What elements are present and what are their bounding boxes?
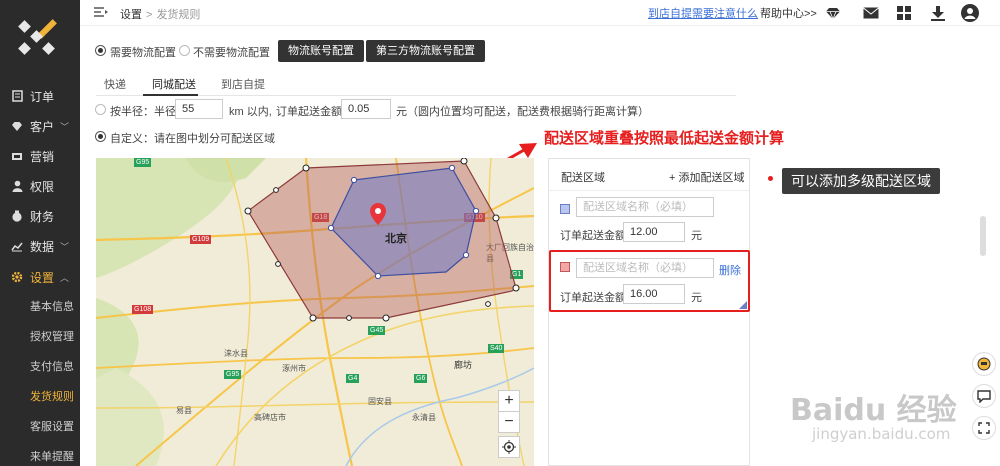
message-icon bbox=[977, 389, 991, 403]
chart-icon bbox=[10, 239, 24, 253]
user-avatar-icon[interactable] bbox=[961, 4, 979, 22]
sidebar-item-marketing[interactable]: 营销 bbox=[0, 141, 80, 171]
zoom-in-button[interactable]: + bbox=[498, 390, 520, 412]
overlap-annotation: 配送区域重叠按照最低起送金额计算 bbox=[544, 130, 785, 147]
sidebar-item-label: 设置 bbox=[30, 270, 55, 285]
third-party-logistics-button[interactable]: 第三方物流账号配置 bbox=[366, 40, 485, 62]
add-zone-button[interactable]: + 添加配送区域 bbox=[669, 169, 744, 185]
active-tab-indicator bbox=[143, 94, 198, 96]
watermark-url: jingyan.baidu.com bbox=[812, 425, 951, 443]
min-amount-label: 订单起送金额 bbox=[276, 106, 342, 118]
zone-2-highlight-frame bbox=[549, 250, 750, 312]
zoom-out-button[interactable]: − bbox=[498, 411, 520, 433]
person-icon bbox=[10, 179, 24, 193]
app-logo-icon[interactable] bbox=[14, 14, 62, 62]
locate-button[interactable] bbox=[498, 436, 520, 458]
map-pin-icon[interactable] bbox=[370, 203, 386, 225]
top-bar: 设置 > 发货规则 到店自提需要注意什么 帮助中心>> bbox=[80, 0, 1000, 26]
tab-store-pickup[interactable]: 到店自提 bbox=[221, 76, 265, 92]
message-float-button[interactable] bbox=[972, 384, 996, 408]
radius-mode-label: 按半径：半径 bbox=[110, 106, 176, 118]
tab-express[interactable]: 快递 bbox=[104, 76, 126, 92]
chat-float-button[interactable] bbox=[972, 352, 996, 376]
sidebar-item-label: 权限 bbox=[30, 179, 55, 194]
no-shipping-label: 不需要物流配置 bbox=[193, 47, 270, 59]
custom-mode-label: 自定义：请在图中划分可配送区域 bbox=[110, 133, 275, 145]
chat-icon bbox=[977, 357, 991, 371]
breadcrumb-current: 发货规则 bbox=[156, 9, 201, 21]
custom-mode-radio[interactable] bbox=[95, 131, 106, 142]
radius-input[interactable]: 55 bbox=[175, 99, 223, 119]
zone-1-name-input[interactable]: 配送区域名称（必填） bbox=[576, 197, 714, 217]
chevron-up-icon: ︿ bbox=[60, 272, 70, 283]
breadcrumb-separator: > bbox=[146, 9, 153, 21]
map-city-label: 北京 bbox=[385, 233, 407, 245]
baidu-jingyan-watermark: Baidu 经验 bbox=[790, 393, 957, 428]
diamond-icon[interactable] bbox=[824, 4, 842, 22]
need-shipping-radio[interactable] bbox=[95, 45, 106, 56]
locate-icon bbox=[502, 440, 516, 454]
sidebar-item-orders[interactable]: 订单 bbox=[0, 81, 80, 111]
logistics-account-button[interactable]: 物流账号配置 bbox=[278, 40, 364, 62]
breadcrumb: 设置 > 发货规则 bbox=[120, 6, 200, 22]
zone-1-unit: 元 bbox=[691, 230, 702, 242]
sidebar-subitem-customer-service[interactable]: 客服设置 bbox=[0, 412, 80, 442]
radius-unit-label: km 以内, bbox=[229, 106, 272, 118]
zone-1-min-input[interactable]: 12.00 bbox=[623, 222, 685, 242]
fullscreen-float-button[interactable] bbox=[972, 416, 996, 440]
chevron-down-icon: ﹀ bbox=[60, 121, 70, 132]
sidebar-subitem-authorization[interactable]: 授权管理 bbox=[0, 322, 80, 352]
sidebar-item-settings[interactable]: 设置 ︿ bbox=[0, 262, 80, 292]
sidebar: 订单 客户 ﹀ 营销 权限 财务 数据 ﹀ 设置 ︿ 基本信息 授权管理 支付信… bbox=[0, 0, 80, 466]
pickup-notice-link[interactable]: 到店自提需要注意什么 bbox=[648, 5, 758, 21]
mail-icon[interactable] bbox=[862, 4, 880, 22]
money-bag-icon bbox=[10, 209, 24, 223]
menu-toggle-icon[interactable] bbox=[94, 6, 108, 18]
megaphone-icon bbox=[10, 149, 24, 163]
annotation-dot bbox=[768, 176, 773, 181]
sidebar-item-label: 订单 bbox=[30, 89, 55, 104]
sidebar-item-data[interactable]: 数据 ﹀ bbox=[0, 231, 80, 261]
delivery-zones-overlay bbox=[244, 158, 520, 322]
clipboard-icon bbox=[10, 89, 24, 103]
breadcrumb-root[interactable]: 设置 bbox=[120, 9, 142, 21]
zone-1-color-swatch[interactable] bbox=[560, 204, 570, 214]
sidebar-item-finance[interactable]: 财务 bbox=[0, 201, 80, 231]
diamond-icon bbox=[10, 119, 24, 133]
delivery-tabs: 快递 同城配送 到店自提 bbox=[96, 72, 736, 96]
min-amount-input[interactable]: 0.05 bbox=[341, 99, 391, 119]
panel-header: 配送区域 + 添加配送区域 bbox=[549, 159, 749, 191]
delivery-zone-panel: 配送区域 + 添加配送区域 配送区域名称（必填） 订单起送金额 12.00 元 … bbox=[548, 158, 750, 466]
sidebar-item-label: 客户 bbox=[30, 119, 55, 134]
panel-title: 配送区域 bbox=[561, 172, 605, 184]
download-icon[interactable] bbox=[929, 4, 947, 22]
expand-icon bbox=[978, 422, 990, 434]
tab-same-city[interactable]: 同城配送 bbox=[152, 76, 196, 92]
sidebar-item-customers[interactable]: 客户 ﹀ bbox=[0, 111, 80, 141]
sidebar-item-label: 财务 bbox=[30, 209, 55, 224]
sidebar-item-label: 营销 bbox=[30, 149, 55, 164]
gear-icon bbox=[10, 270, 24, 284]
radius-mode-radio[interactable] bbox=[95, 104, 106, 115]
grid-apps-icon[interactable] bbox=[895, 4, 913, 22]
map-canvas[interactable]: G95 G109 G108 G18 G110 G1 G45 S40 G95 G4… bbox=[96, 158, 534, 466]
help-center-link[interactable]: 帮助中心>> bbox=[760, 5, 817, 21]
multi-zone-tooltip: 可以添加多级配送区域 bbox=[782, 168, 940, 194]
radius-hint-text: 元（圆内位置均可配送，配送费根据骑行距离计算） bbox=[396, 106, 649, 118]
sidebar-subitem-shipping-rules[interactable]: 发货规则 bbox=[0, 382, 80, 412]
sidebar-subitem-payment[interactable]: 支付信息 bbox=[0, 352, 80, 382]
sidebar-subitem-basic-info[interactable]: 基本信息 bbox=[0, 292, 80, 322]
scrollbar[interactable] bbox=[980, 216, 986, 256]
sidebar-item-label: 数据 bbox=[30, 239, 55, 254]
sidebar-subitem-order-alert[interactable]: 来单提醒 bbox=[0, 442, 80, 466]
zone-1-min-label: 订单起送金额 bbox=[560, 230, 626, 242]
chevron-down-icon: ﹀ bbox=[60, 241, 70, 252]
need-shipping-label: 需要物流配置 bbox=[110, 47, 176, 59]
sidebar-item-permissions[interactable]: 权限 bbox=[0, 171, 80, 201]
no-shipping-radio[interactable] bbox=[179, 45, 190, 56]
